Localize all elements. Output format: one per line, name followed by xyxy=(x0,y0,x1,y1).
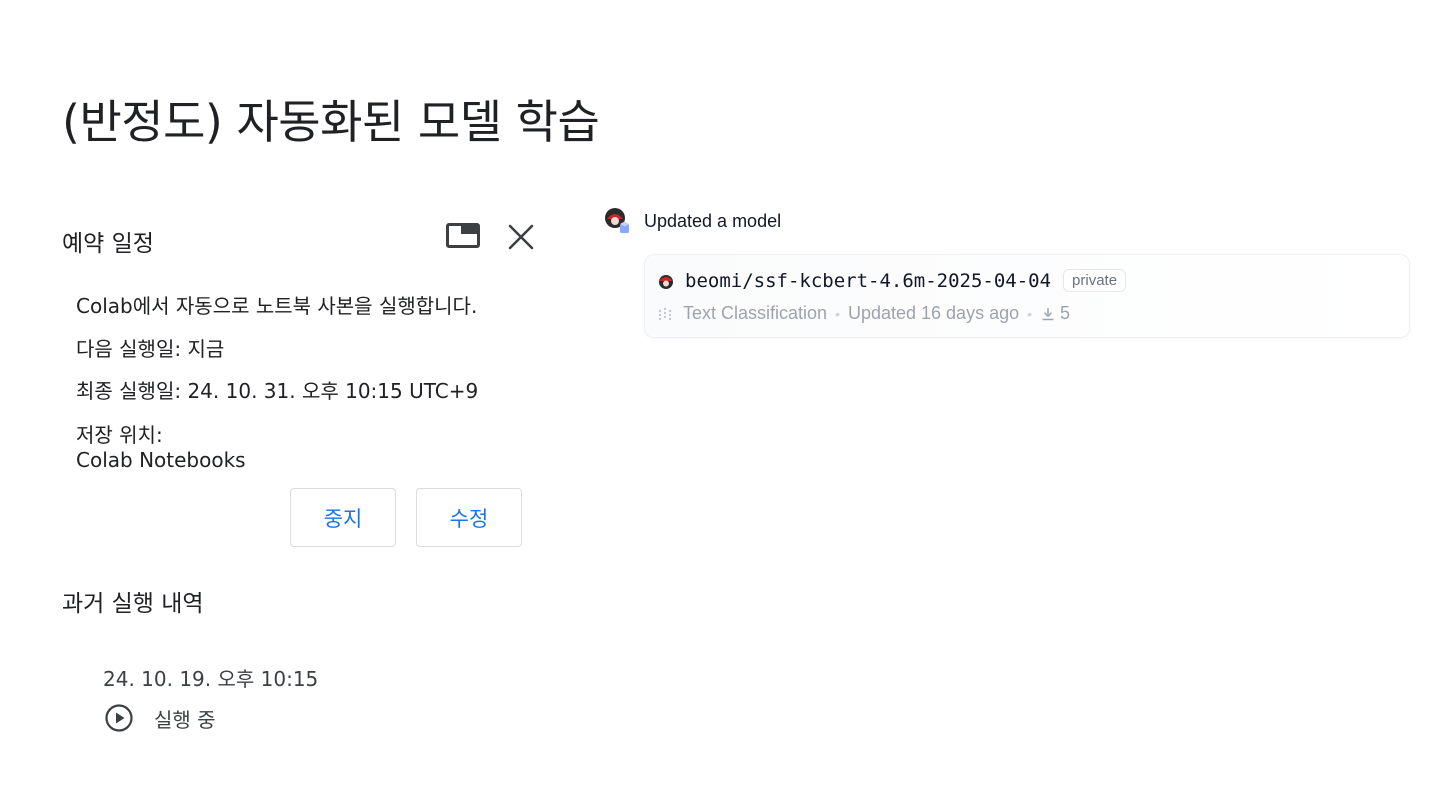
updated-text: Updated 16 days ago xyxy=(847,303,1020,323)
download-count: 5 xyxy=(1060,303,1071,323)
schedule-header: 예약 일정 xyxy=(62,222,542,258)
stop-button[interactable]: 중지 xyxy=(290,488,396,547)
schedule-title: 예약 일정 xyxy=(62,231,154,257)
text-classification-icon xyxy=(657,305,675,323)
download-icon xyxy=(1040,306,1056,322)
activity-text: Updated a model xyxy=(644,210,782,231)
next-run-text: 다음 실행일: 지금 xyxy=(76,337,225,361)
slide: (반정도) 자동화된 모델 학습 예약 일정 Colab에서 자동으로 노트북 … xyxy=(0,0,1440,810)
page-title: (반정도) 자동화된 모델 학습 xyxy=(62,95,600,149)
history-item-status-row: 실행 중 xyxy=(104,702,216,734)
model-name-link[interactable]: beomi/ssf-kcbert-4.6m-2025-04-04 xyxy=(685,270,1051,292)
close-icon[interactable] xyxy=(506,222,536,252)
play-circle-icon[interactable] xyxy=(104,703,134,733)
separator-dot: • xyxy=(1027,305,1033,322)
edit-button[interactable]: 수정 xyxy=(416,488,522,547)
model-card[interactable]: beomi/ssf-kcbert-4.6m-2025-04-04 private… xyxy=(644,254,1410,338)
last-run-text: 최종 실행일: 24. 10. 31. 오후 10:15 UTC+9 xyxy=(76,379,479,403)
history-item-status: 실행 중 xyxy=(154,707,216,732)
popout-icon[interactable] xyxy=(446,222,480,250)
model-card-header: beomi/ssf-kcbert-4.6m-2025-04-04 private xyxy=(657,269,1127,292)
model-card-meta: Text Classification • Updated 16 days ag… xyxy=(657,303,1070,324)
history-item-date: 24. 10. 19. 오후 10:15 xyxy=(103,667,319,691)
private-badge: private xyxy=(1063,269,1127,292)
schedule-description: Colab에서 자동으로 노트북 사본을 실행합니다. xyxy=(76,294,478,318)
activity-row: Updated a model xyxy=(604,206,781,236)
location-value: Colab Notebooks xyxy=(76,448,246,472)
owner-avatar-icon xyxy=(657,272,675,290)
location-label: 저장 위치: xyxy=(76,423,163,447)
separator-dot: • xyxy=(835,305,840,322)
history-title: 과거 실행 내역 xyxy=(62,591,204,617)
task-label: Text Classification xyxy=(683,303,828,323)
user-avatar[interactable] xyxy=(604,207,632,235)
